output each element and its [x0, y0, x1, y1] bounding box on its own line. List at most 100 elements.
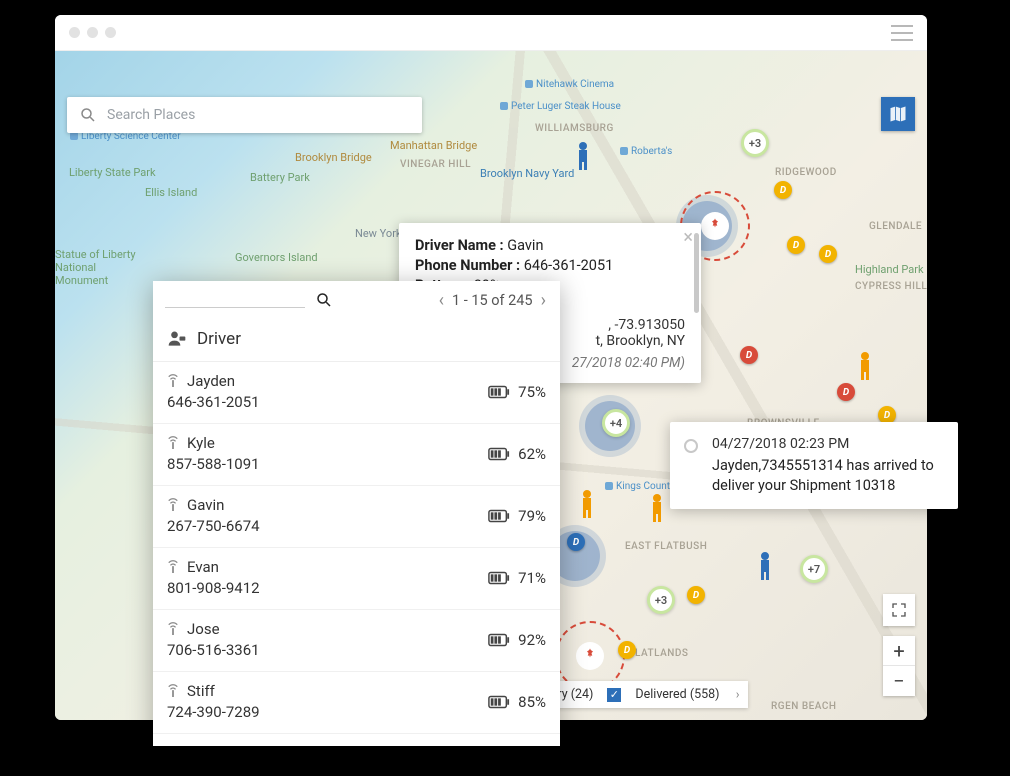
- driver-phone: 706-516-3361: [167, 641, 488, 659]
- zoom-out-button[interactable]: −: [883, 666, 915, 696]
- delivery-marker[interactable]: D: [618, 641, 636, 659]
- next-page-button[interactable]: ›: [539, 290, 548, 311]
- chevron-right-icon[interactable]: ›: [736, 687, 740, 702]
- close-icon[interactable]: ×: [683, 229, 693, 247]
- notification-message: Jayden,7345551314 has arrived to deliver…: [712, 456, 942, 495]
- driver-rows: Jayden646-361-205175%Kyle857-588-109162%…: [153, 362, 560, 734]
- battery-icon: [488, 385, 510, 399]
- label: Driver Name :: [415, 237, 504, 254]
- pager-text: 1 - 15 of 245: [452, 292, 533, 309]
- person-marker[interactable]: [855, 351, 875, 381]
- battery-value: 62%: [518, 445, 546, 463]
- map-label: FLATLANDS: [629, 648, 688, 659]
- person-marker[interactable]: [647, 493, 667, 523]
- panel-title: Driver: [153, 319, 560, 362]
- delivery-marker[interactable]: D: [787, 236, 805, 254]
- delivery-marker[interactable]: D: [567, 533, 585, 551]
- map-layers-button[interactable]: [881, 97, 915, 131]
- driver-icon: [167, 329, 187, 349]
- driver-phone: 724-390-7289: [167, 703, 488, 721]
- driver-row[interactable]: Kyle857-588-109162%: [153, 424, 560, 486]
- fullscreen-button[interactable]: [883, 594, 915, 626]
- poi-label: Roberta's: [620, 146, 672, 157]
- battery-icon: [488, 633, 510, 647]
- map-label: Brooklyn Navy Yard: [480, 167, 574, 180]
- window-controls[interactable]: [69, 27, 116, 38]
- driver-row[interactable]: Evan 801-908-9412 71%: [153, 548, 560, 610]
- signal-icon: [167, 560, 179, 574]
- poi-label: Peter Luger Steak House: [500, 101, 621, 112]
- driver-row[interactable]: Gavin 267-750-6674 79%: [153, 486, 560, 548]
- battery-icon: [488, 571, 510, 585]
- battery-value: 79%: [518, 507, 546, 525]
- map-label: Ellis Island: [145, 186, 197, 199]
- panel-search-input[interactable]: [165, 307, 305, 308]
- prev-page-button[interactable]: ‹: [437, 290, 446, 311]
- delivery-marker[interactable]: D: [774, 181, 792, 199]
- signal-icon: [167, 622, 179, 636]
- driver-row[interactable]: Stiff724-390-728985%: [153, 672, 560, 734]
- battery-icon: [488, 695, 510, 709]
- signal-icon: [167, 374, 179, 388]
- signal-icon: [167, 436, 179, 450]
- battery-icon: [488, 509, 510, 523]
- driver-name: Evan: [187, 558, 219, 576]
- map-label: Brooklyn Bridge: [295, 151, 372, 164]
- signal-icon: [167, 498, 179, 512]
- signal-icon: [167, 684, 179, 698]
- map-label: Statue of Liberty National Monument: [55, 248, 145, 287]
- map-label: Battery Park: [250, 171, 310, 184]
- driver-list-panel: ‹ 1 - 15 of 245 › Driver Jayden 646-361-2…: [153, 281, 560, 746]
- driver-phone: 646-361-2051: [167, 393, 488, 411]
- map-label: Liberty State Park: [69, 166, 156, 179]
- delivery-marker[interactable]: D: [819, 245, 837, 263]
- driver-phone: 801-908-9412: [167, 579, 488, 597]
- map-label: Manhattan Bridge: [390, 139, 477, 152]
- person-marker[interactable]: [577, 489, 597, 519]
- driver-phone: 267-750-6674: [167, 517, 488, 535]
- search-input[interactable]: [107, 107, 410, 123]
- map-label: EAST FLATBUSH: [625, 541, 707, 552]
- driver-name: Jayden: [187, 372, 235, 390]
- cluster-marker[interactable]: +3: [647, 586, 675, 614]
- map-icon: [888, 104, 908, 124]
- person-marker[interactable]: [573, 141, 593, 171]
- zoom-control: + −: [883, 636, 915, 696]
- delivery-marker[interactable]: D: [740, 346, 758, 364]
- map-label: Highland Park: [855, 263, 924, 276]
- delivery-marker[interactable]: D: [837, 383, 855, 401]
- driver-row[interactable]: Jose706-516-336192%: [153, 610, 560, 672]
- map-label: WILLIAMSBURG: [535, 123, 614, 134]
- battery-value: 75%: [518, 383, 546, 401]
- delivery-marker[interactable]: D: [687, 586, 705, 604]
- person-marker[interactable]: [755, 551, 775, 581]
- search-box[interactable]: [67, 97, 422, 133]
- map-label: CYPRESS HILLS: [855, 281, 927, 292]
- driver-name: Gavin: [187, 496, 224, 514]
- cluster-marker[interactable]: +7: [800, 555, 828, 583]
- legend-item[interactable]: Delivered (558): [635, 687, 719, 702]
- notification-timestamp: 04/27/2018 02:23 PM: [712, 436, 942, 452]
- titlebar: [55, 15, 927, 51]
- zoom-in-button[interactable]: +: [883, 636, 915, 666]
- cluster-marker[interactable]: +3: [741, 129, 769, 157]
- driver-phone: 857-588-1091: [167, 455, 488, 473]
- map-label: RIDGEWOOD: [775, 167, 837, 178]
- battery-value: 71%: [518, 569, 546, 587]
- status-dot-icon: [684, 439, 698, 453]
- scrollbar[interactable]: [694, 233, 699, 313]
- search-icon: [79, 106, 97, 124]
- driver-row[interactable]: Jayden 646-361-2051 75%: [153, 362, 560, 424]
- notification-card[interactable]: 04/27/2018 02:23 PM Jayden,7345551314 ha…: [670, 422, 958, 509]
- map-label: RGEN BEACH: [771, 701, 836, 712]
- cluster-marker[interactable]: +4: [602, 409, 630, 437]
- battery-value: 85%: [518, 693, 546, 711]
- map-label: Governors Island: [235, 251, 318, 264]
- map-label: VINEGAR HILL: [400, 159, 471, 170]
- pager: ‹ 1 - 15 of 245 ›: [437, 290, 548, 311]
- value: Gavin: [507, 237, 543, 254]
- menu-icon[interactable]: [891, 25, 913, 41]
- checkbox-icon[interactable]: ✓: [607, 688, 621, 702]
- search-icon[interactable]: [315, 291, 333, 309]
- value: 646-361-2051: [524, 257, 614, 274]
